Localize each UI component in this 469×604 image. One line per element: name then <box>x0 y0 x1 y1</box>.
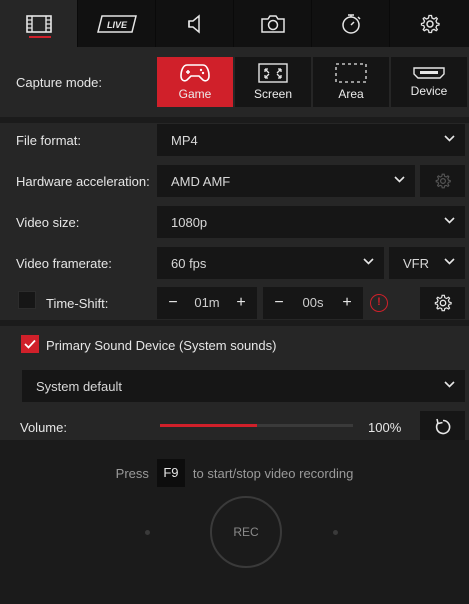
file-format-select[interactable]: MP4 <box>157 124 465 156</box>
volume-value: 100% <box>368 420 402 435</box>
device-icon <box>413 67 445 79</box>
sound-settings-panel: Primary Sound Device (System sounds) Sys… <box>0 326 469 443</box>
volume-slider[interactable] <box>160 424 353 427</box>
chevron-down-icon <box>444 258 455 265</box>
sound-device-select[interactable]: System default <box>22 370 465 402</box>
record-button[interactable]: REC <box>210 496 282 568</box>
primary-sound-checkbox[interactable] <box>21 335 39 353</box>
right-indicator-dot <box>333 530 338 535</box>
reset-icon <box>435 418 450 435</box>
tab-screenshot[interactable] <box>234 0 312 47</box>
speaker-icon <box>187 13 200 34</box>
hint-suffix: to start/stop video recording <box>192 465 354 481</box>
video-size-value: 1080p <box>171 214 208 230</box>
mode-game-button[interactable]: Game <box>157 57 233 107</box>
gear-icon <box>434 294 452 312</box>
file-format-label: File format: <box>16 133 82 148</box>
timeshift-checkbox[interactable] <box>18 291 36 309</box>
mode-area-label: Area <box>338 87 364 101</box>
chevron-down-icon <box>444 135 455 142</box>
hotkey-key: F9 <box>156 459 185 487</box>
live-icon-label: LIVE <box>106 20 127 30</box>
chevron-down-icon <box>363 258 374 265</box>
minutes-increment-button[interactable]: + <box>227 287 255 319</box>
hw-accel-select[interactable]: AMD AMF <box>157 165 415 197</box>
timeshift-minutes-stepper: − 01m + <box>157 287 257 319</box>
area-icon <box>335 63 367 83</box>
file-format-value: MP4 <box>171 132 198 148</box>
tab-live[interactable]: LIVE <box>78 0 156 47</box>
framerate-select[interactable]: 60 fps <box>157 247 384 279</box>
hw-accel-value: AMD AMF <box>171 173 231 189</box>
top-tab-bar: LIVE <box>0 0 469 47</box>
chevron-down-icon <box>444 217 455 224</box>
timer-icon <box>341 13 361 34</box>
chevron-down-icon <box>394 176 405 183</box>
mode-screen-label: Screen <box>253 87 293 101</box>
timeshift-label: Time-Shift: <box>46 296 109 311</box>
mode-screen-button[interactable]: Screen <box>235 57 311 107</box>
framerate-value: 60 fps <box>171 255 207 271</box>
mode-game-label: Game <box>178 87 212 101</box>
gear-icon <box>420 14 440 33</box>
volume-label: Volume: <box>20 420 67 435</box>
screen-icon <box>258 63 288 83</box>
capture-mode-label: Capture mode: <box>16 75 102 90</box>
video-size-select[interactable]: 1080p <box>157 206 465 238</box>
video-settings-panel: File format: MP4 Hardware acceleration: … <box>0 117 469 320</box>
warning-icon[interactable]: ! <box>370 294 388 312</box>
tab-settings[interactable] <box>390 0 469 47</box>
primary-sound-label: Primary Sound Device (System sounds) <box>46 338 277 353</box>
seconds-decrement-button[interactable]: − <box>265 287 293 319</box>
mode-device-button[interactable]: Device <box>391 57 467 107</box>
framerate-mode-select[interactable]: VFR <box>389 247 465 279</box>
sound-device-value: System default <box>36 378 122 394</box>
tab-audio[interactable] <box>156 0 234 47</box>
seconds-value[interactable]: 00s <box>293 287 333 319</box>
chevron-down-icon <box>444 381 455 388</box>
hotkey-hint: Press F9 to start/stop video recording <box>0 459 469 487</box>
minutes-value[interactable]: 01m <box>187 287 227 319</box>
mode-area-button[interactable]: Area <box>313 57 389 107</box>
gear-icon <box>435 173 451 189</box>
timeshift-seconds-stepper: − 00s + <box>263 287 363 319</box>
gamepad-icon <box>180 64 210 82</box>
timeshift-settings-button[interactable] <box>420 287 465 319</box>
reset-volume-button[interactable] <box>420 411 465 443</box>
mode-device-label: Device <box>410 84 448 98</box>
seconds-increment-button[interactable]: + <box>333 287 361 319</box>
left-indicator-dot <box>145 530 150 535</box>
live-icon: LIVE <box>96 14 137 33</box>
camera-icon <box>260 14 285 33</box>
minutes-decrement-button[interactable]: − <box>159 287 187 319</box>
hint-prefix: Press <box>115 465 149 481</box>
volume-slider-fill <box>160 424 257 427</box>
tab-video[interactable] <box>0 0 78 47</box>
video-size-label: Video size: <box>16 215 80 230</box>
hw-accel-settings-button[interactable] <box>420 165 465 197</box>
framerate-label: Video framerate: <box>16 256 112 271</box>
capture-mode-section: Capture mode: Game Screen Area Device <box>0 47 469 117</box>
tab-schedule[interactable] <box>312 0 390 47</box>
hw-accel-label: Hardware acceleration: <box>16 174 150 189</box>
checkmark-icon <box>24 339 36 349</box>
video-icon <box>25 14 52 33</box>
framerate-mode-value: VFR <box>403 255 429 271</box>
record-area: Press F9 to start/stop video recording R… <box>0 440 469 604</box>
